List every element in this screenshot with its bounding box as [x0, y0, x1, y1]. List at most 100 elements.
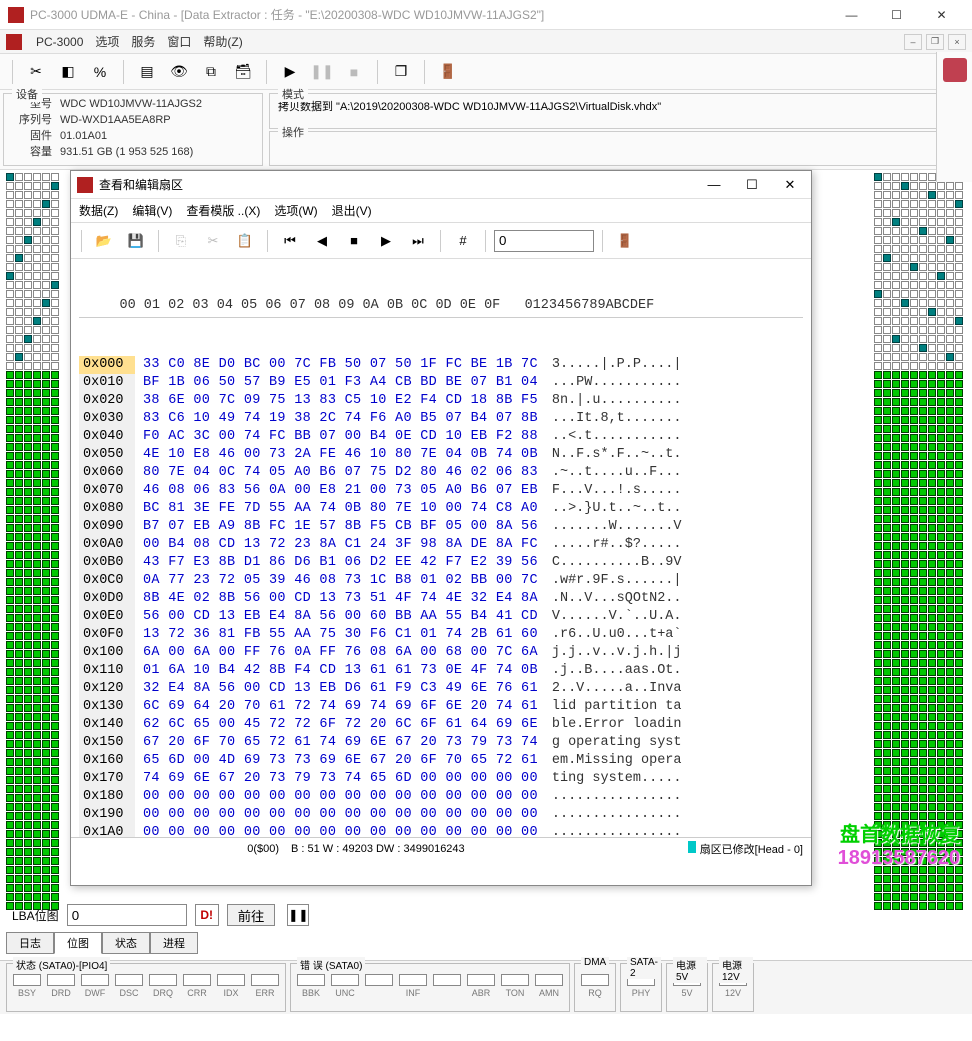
hex-row[interactable]: 0x16065 6D 00 4D 69 73 73 69 6E 67 20 6F… [79, 752, 803, 770]
hex-row[interactable]: 0x0F013 72 36 81 FB 55 AA 75 30 F6 C1 01… [79, 626, 803, 644]
tool-map-icon[interactable]: ▤ [132, 58, 162, 86]
hex-row[interactable]: 0x0A000 B4 08 CD 13 72 23 8A C1 24 3F 98… [79, 536, 803, 554]
hex-row[interactable]: 0x080BC 81 3E FE 7D 55 AA 74 0B 80 7E 10… [79, 500, 803, 518]
tool-percent-icon[interactable]: % [85, 58, 115, 86]
sector-map-left[interactable] [6, 173, 61, 957]
menu-help[interactable]: 帮助(Z) [203, 33, 242, 50]
device-info: 设备 型号WDC WD10JMVW-11AJGS2 序列号WD-WXD1AA5E… [3, 93, 263, 166]
hex-row[interactable]: 0x00033 C0 8E D0 BC 00 7C FB 50 07 50 1F… [79, 356, 803, 374]
hex-row[interactable]: 0x0C00A 77 23 72 05 39 46 08 73 1C B8 01… [79, 572, 803, 590]
menu-service[interactable]: 服务 [131, 33, 155, 50]
menu-window[interactable]: 窗口 [167, 33, 191, 50]
hex-view[interactable]: 00 01 02 03 04 05 06 07 08 09 0A 0B 0C 0… [71, 259, 811, 837]
hex-prev-icon[interactable]: ◀ [308, 227, 336, 255]
close-button[interactable]: ✕ [919, 1, 964, 29]
lba-go-button[interactable]: 前往 [227, 904, 276, 926]
tab-log[interactable]: 日志 [6, 932, 54, 954]
hex-row[interactable]: 0x14062 6C 65 00 45 72 72 6F 72 20 6C 6F… [79, 716, 803, 734]
hex-row[interactable]: 0x040F0 AC 3C 00 74 FC BB 07 00 B4 0E CD… [79, 428, 803, 446]
op-legend: 操作 [278, 124, 308, 140]
tab-status[interactable]: 状态 [102, 932, 150, 954]
hex-minimize-button[interactable]: — [699, 174, 729, 196]
status-group-g1: 状态 (SATA0)-[PIO4]BSYDRDDWFDSCDRQCRRIDXER… [6, 963, 286, 1012]
hex-row[interactable]: 0x06080 7E 04 0C 74 05 A0 B6 07 75 D2 80… [79, 464, 803, 482]
tool-database-icon[interactable]: 🗃 [228, 58, 258, 86]
hex-row[interactable]: 0x03083 C6 10 49 74 19 38 2C 74 F6 A0 B5… [79, 410, 803, 428]
hex-row[interactable]: 0x1006A 00 6A 00 FF 76 0A FF 76 08 6A 00… [79, 644, 803, 662]
hex-menu-exit[interactable]: 退出(V) [332, 202, 372, 219]
hex-status-modified: 扇区已修改[Head - 0] [688, 841, 803, 857]
device-fw: 01.01A01 [60, 128, 107, 144]
status-group-g3: DMARQ [574, 963, 616, 1012]
lba-pause-icon[interactable]: ❚❚ [287, 904, 309, 926]
mdi-minimize[interactable]: ‒ [904, 34, 922, 50]
hex-row[interactable]: 0x18000 00 00 00 00 00 00 00 00 00 00 00… [79, 788, 803, 806]
lba-flag-icon[interactable]: D! [195, 904, 219, 926]
hex-grid-icon[interactable]: # [449, 227, 477, 255]
hex-menu-options[interactable]: 选项(W) [274, 202, 317, 219]
menu-pc3000[interactable]: PC-3000 [36, 35, 83, 49]
hex-first-icon[interactable]: ⏮ [276, 227, 304, 255]
hex-save-icon[interactable]: 💾 [122, 227, 150, 255]
hex-close-button[interactable]: ✕ [775, 174, 805, 196]
tool-stop-icon[interactable]: ■ [339, 58, 369, 86]
hex-status-geom: B : 51 W : 49203 DW : 3499016243 [291, 843, 676, 855]
hex-exit-icon[interactable]: 🚪 [611, 227, 639, 255]
mdi-close[interactable]: × [948, 34, 966, 50]
hex-last-icon[interactable]: ⏭ [404, 227, 432, 255]
side-disk-icon[interactable] [943, 58, 967, 82]
hex-row[interactable]: 0x010BF 1B 06 50 57 B9 E5 01 F3 A4 CB BD… [79, 374, 803, 392]
main-toolbar: ✂ ◧ % ▤ 👁 ⧉ 🗃 ▶ ❚❚ ■ ❐ 🚪 [0, 54, 972, 90]
hex-row[interactable]: 0x0E056 00 CD 13 EB E4 8A 56 00 60 BB AA… [79, 608, 803, 626]
lba-input[interactable] [67, 904, 187, 926]
tool-settings-icon[interactable]: ✂ [21, 58, 51, 86]
hex-app-icon [77, 177, 93, 193]
hex-row[interactable]: 0x15067 20 6F 70 65 72 61 74 69 6E 67 20… [79, 734, 803, 752]
hex-copy-icon[interactable]: ⎘ [167, 227, 195, 255]
hex-row[interactable]: 0x12032 E4 8A 56 00 CD 13 EB D6 61 F9 C3… [79, 680, 803, 698]
hex-row[interactable]: 0x02038 6E 00 7C 09 75 13 83 C5 10 E2 F4… [79, 392, 803, 410]
hex-row[interactable]: 0x11001 6A 10 B4 42 8B F4 CD 13 61 61 73… [79, 662, 803, 680]
tool-exit-icon[interactable]: 🚪 [433, 58, 463, 86]
hex-maximize-button[interactable]: ☐ [737, 174, 767, 196]
hex-row[interactable]: 0x090B7 07 EB A9 8B FC 1E 57 8B F5 CB BF… [79, 518, 803, 536]
sector-map-right[interactable] [874, 173, 966, 957]
mode-box: 模式 拷贝数据到 "A:\2019\20200308-WDC WD10JMVW-… [269, 93, 969, 129]
tool-scan-icon[interactable]: ⧉ [196, 58, 226, 86]
tab-map[interactable]: 位图 [54, 932, 102, 954]
hex-row[interactable]: 0x07046 08 06 83 56 0A 00 E8 21 00 73 05… [79, 482, 803, 500]
mdi-restore[interactable]: ❐ [926, 34, 944, 50]
hex-next-icon[interactable]: ▶ [372, 227, 400, 255]
title-bar: PC-3000 UDMA-E - China - [Data Extractor… [0, 0, 972, 30]
side-panel [936, 52, 972, 182]
hex-menu-template[interactable]: 查看模版 ..(X) [186, 202, 260, 219]
tool-copy-icon[interactable]: ❐ [386, 58, 416, 86]
hex-open-icon[interactable]: 📂 [90, 227, 118, 255]
hex-menu-edit[interactable]: 编辑(V) [132, 202, 172, 219]
bottom-tabs: 日志 位图 状态 进程 [6, 932, 198, 954]
hex-goto-input[interactable] [494, 230, 594, 252]
map-area: 查看和编辑扇区 — ☐ ✕ 数据(Z) 编辑(V) 查看模版 ..(X) 选项(… [0, 170, 972, 960]
hex-menu-data[interactable]: 数据(Z) [79, 202, 118, 219]
hex-row[interactable]: 0x0D08B 4E 02 8B 56 00 CD 13 73 51 4F 74… [79, 590, 803, 608]
tab-process[interactable]: 进程 [150, 932, 198, 954]
tool-play-icon[interactable]: ▶ [275, 58, 305, 86]
menu-icon [6, 34, 22, 50]
hex-row[interactable]: 0x19000 00 00 00 00 00 00 00 00 00 00 00… [79, 806, 803, 824]
hex-stop-icon[interactable]: ■ [340, 227, 368, 255]
status-group-g5: 电源 5V5V [666, 963, 708, 1012]
hex-row[interactable]: 0x0B043 F7 E3 8B D1 86 D6 B1 06 D2 EE 42… [79, 554, 803, 572]
menu-options[interactable]: 选项 [95, 33, 119, 50]
minimize-button[interactable]: — [829, 1, 874, 29]
hex-cut-icon[interactable]: ✂ [199, 227, 227, 255]
hex-paste-icon[interactable]: 📋 [231, 227, 259, 255]
tool-pause-icon[interactable]: ❚❚ [307, 58, 337, 86]
maximize-button[interactable]: ☐ [874, 1, 919, 29]
hex-row[interactable]: 0x1A000 00 00 00 00 00 00 00 00 00 00 00… [79, 824, 803, 837]
hex-row[interactable]: 0x17074 69 6E 67 20 73 79 73 74 65 6D 00… [79, 770, 803, 788]
hex-row[interactable]: 0x1306C 69 64 20 70 61 72 74 69 74 69 6F… [79, 698, 803, 716]
menu-bar: PC-3000 选项 服务 窗口 帮助(Z) ‒ ❐ × [0, 30, 972, 54]
hex-row[interactable]: 0x0504E 10 E8 46 00 73 2A FE 46 10 80 7E… [79, 446, 803, 464]
tool-disk-icon[interactable]: ◧ [53, 58, 83, 86]
tool-binoculars-icon[interactable]: 👁 [164, 58, 194, 86]
